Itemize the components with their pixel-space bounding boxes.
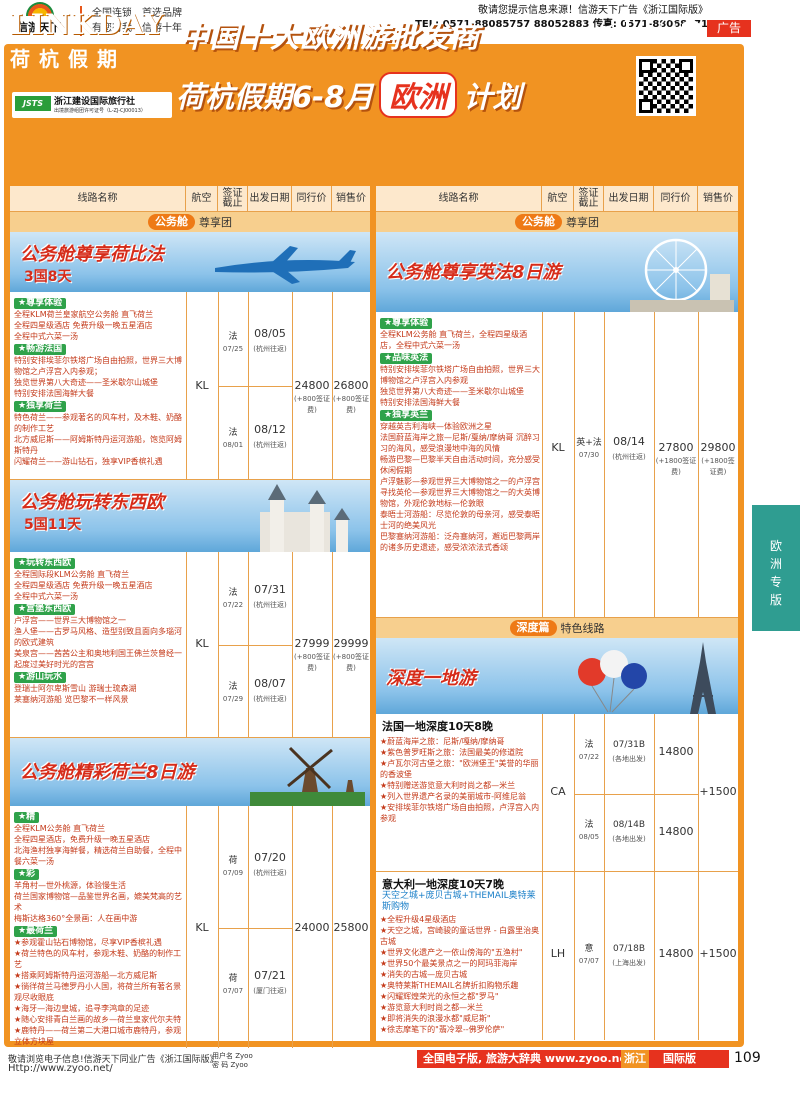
europe-edition-tab[interactable]: 欧洲专版 <box>752 505 800 631</box>
table-row: ★精 全程KLM公务舱 直飞荷兰 全程四星酒店，免费升级一晚五星酒店 北海渔村独… <box>10 806 370 1056</box>
table-row: 法国一地深度10天8晚 ★蔚蓝海岸之旅：尼斯/嘎纳/摩纳哥 ★紫色普罗旺斯之旅：… <box>376 714 738 872</box>
ad-badge: 广告 <box>707 20 751 37</box>
table-row: ★玩转东西欧 全程国际段KLM公务舱 直飞荷兰 全程四星级酒店 免费升级一晚五星… <box>10 552 370 738</box>
left-column: 线路名称 航空 签证截止 出发日期 同行价 销售价 公务舱 尊享团 公务舱尊享荷比… <box>10 186 370 1056</box>
login-info: 用户名 Zyoo 密 码 Zyoo <box>212 1052 253 1069</box>
linkday-brand: LINKDAY 荷杭假期 <box>10 8 165 71</box>
london-eye-icon <box>630 238 734 312</box>
banner-ukfrance: 公务舱尊享英法8日游 <box>376 232 738 312</box>
table-row: ★尊享体验 全程KLM荷兰皇家航空公务舱 直飞荷兰 全程四星级酒店 免费升级一晚… <box>10 292 370 480</box>
banner-deep: 深度一地游 <box>376 638 738 714</box>
table-row: 意大利一地深度10天7晚 天空之城+庞贝古城+THEMAIL奥特莱斯购物 ★全程… <box>376 872 738 1040</box>
airplane-icon <box>215 246 356 284</box>
website-link[interactable]: Http://www.zyoo.net/ <box>8 1063 113 1074</box>
subheadline: 荷杭假期6-8月 欧洲 计划 <box>176 72 521 118</box>
section-title: 公务舱 尊享团 <box>10 212 370 232</box>
route-description: ★尊享体验 全程KLM公务舱 直飞荷兰，全程四星级酒店，全程中式六菜一汤 ★品味… <box>380 318 540 552</box>
section-title: 公务舱 尊享团 <box>376 212 738 232</box>
jsts-badge: JSTS 浙江建设国际旅行社 出境旅游组团许可证号（L-ZJ-CJ00013） <box>12 92 172 118</box>
banner-benelux: 公务舱尊享荷比法 3国8天 <box>10 232 370 292</box>
banner-eastwest: 公务舱玩转东西欧 5国11天 <box>10 480 370 552</box>
route-description: ★精 全程KLM公务舱 直飞荷兰 全程四星酒店，免费升级一晚五星酒店 北海渔村独… <box>14 812 182 1046</box>
table-header: 线路名称 航空 签证截止 出发日期 同行价 销售价 <box>10 186 370 212</box>
table-header: 线路名称 航空 签证截止 出发日期 同行价 销售价 <box>376 186 738 212</box>
right-column: 线路名称 航空 签证截止 出发日期 同行价 销售价 公务舱 尊享团 公务舱尊享英法… <box>376 186 738 1041</box>
qr-code[interactable] <box>636 56 696 116</box>
route-description: ★尊享体验 全程KLM荷兰皇家航空公务舱 直飞荷兰 全程四星级酒店 免费升级一晚… <box>14 298 182 466</box>
balloons-eiffel-icon <box>578 642 716 714</box>
castle-icon <box>260 484 350 552</box>
table-row: ★尊享体验 全程KLM公务舱 直飞荷兰，全程四星级酒店，全程中式六菜一汤 ★品味… <box>376 312 738 618</box>
section-title: 深度篇 特色线路 <box>376 618 738 638</box>
footer-banner: 全国电子版, 旅游大辞典 www.zyoo.net 浙江 国际版 <box>417 1050 729 1068</box>
page-number: 109 <box>734 1050 761 1066</box>
route-description: ★玩转东西欧 全程国际段KLM公务舱 直飞荷兰 全程四星级酒店 免费升级一晚五星… <box>14 558 182 704</box>
landmark-skyline-icon <box>586 17 706 36</box>
banner-netherlands: 公务舱精彩荷兰8日游 <box>10 738 370 806</box>
headline: 中国十大欧洲游批发商 <box>180 20 481 54</box>
windmill-icon <box>250 746 365 806</box>
